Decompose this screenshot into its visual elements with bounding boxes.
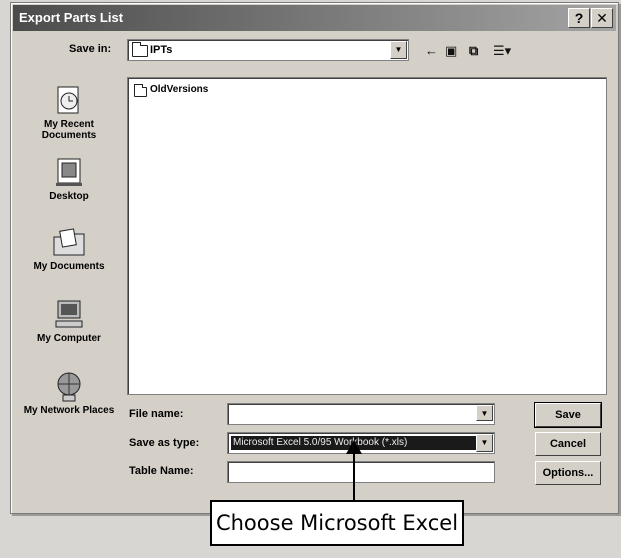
place-label: My Documents xyxy=(33,261,105,272)
place-label: My Network Places xyxy=(23,405,115,416)
place-recent-documents[interactable]: My Recent Documents xyxy=(19,85,119,141)
new-folder-icon[interactable]: ⧉ xyxy=(469,43,478,59)
callout-arrow-line xyxy=(353,452,355,500)
places-bar: My Recent Documents Desktop My Documents… xyxy=(19,77,119,447)
place-label: My Computer xyxy=(37,333,101,344)
up-folder-icon[interactable]: ▣ xyxy=(445,43,457,59)
file-list[interactable]: OldVersions xyxy=(127,77,607,395)
place-label: Desktop xyxy=(49,191,89,202)
chevron-down-icon[interactable]: ▼ xyxy=(390,41,407,59)
place-label: My Recent Documents xyxy=(41,119,97,141)
folder-icon xyxy=(132,42,148,57)
place-my-computer[interactable]: My Computer xyxy=(19,299,119,344)
table-name-field[interactable] xyxy=(227,461,495,483)
recent-documents-icon xyxy=(52,85,86,117)
my-computer-icon xyxy=(52,299,86,331)
save-as-type-label: Save as type: xyxy=(129,437,200,449)
save-in-combo[interactable]: IPTs ▼ xyxy=(127,39,409,61)
cancel-button[interactable]: Cancel xyxy=(535,432,601,456)
help-button[interactable]: ? xyxy=(568,8,590,28)
annotation-callout: Choose Microsoft Excel xyxy=(210,500,464,546)
my-documents-icon xyxy=(52,227,86,259)
save-in-label: Save in: xyxy=(69,43,112,55)
save-in-row: Save in: IPTs ▼ ← ▣ ⧉ ☰▾ xyxy=(11,39,618,63)
network-places-icon xyxy=(52,371,86,403)
options-button[interactable]: Options... xyxy=(535,461,601,485)
views-menu-icon[interactable]: ☰▾ xyxy=(493,43,511,59)
file-name-label: File name: xyxy=(129,408,184,420)
chevron-down-icon[interactable]: ▼ xyxy=(476,405,493,421)
folder-icon xyxy=(134,84,147,97)
title-bar: Export Parts List ? ✕ xyxy=(13,5,616,31)
place-my-documents[interactable]: My Documents xyxy=(19,227,119,272)
chevron-down-icon[interactable]: ▼ xyxy=(476,434,493,452)
file-name-dropdown[interactable]: ▼ xyxy=(476,405,493,421)
desktop-icon xyxy=(52,157,86,189)
file-name: OldVersions xyxy=(150,84,209,95)
place-desktop[interactable]: Desktop xyxy=(19,157,119,202)
save-button[interactable]: Save xyxy=(534,402,602,428)
window-title: Export Parts List xyxy=(19,10,124,25)
back-arrow-icon[interactable]: ← xyxy=(425,43,438,58)
place-network-places[interactable]: My Network Places xyxy=(19,371,119,416)
file-name-field[interactable]: ▼ xyxy=(227,403,495,425)
save-in-value: IPTs xyxy=(150,44,173,56)
table-name-label: Table Name: xyxy=(129,465,194,477)
export-parts-list-dialog: Export Parts List ? ✕ Save in: IPTs ▼ ← … xyxy=(10,2,619,514)
close-button[interactable]: ✕ xyxy=(591,8,613,28)
